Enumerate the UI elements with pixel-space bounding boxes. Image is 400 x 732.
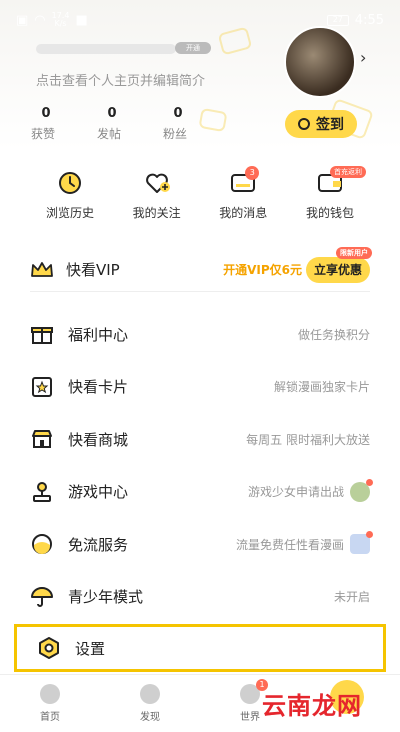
card-star-icon (32, 376, 52, 397)
vip-row[interactable]: 快看VIP 开通VIP仅6元 立享优惠 限新用户 (30, 246, 372, 292)
clock-icon (56, 170, 84, 196)
menu-cards[interactable]: 快看卡片 解锁漫画独家卡片 (30, 361, 370, 414)
username-placeholder[interactable] (36, 44, 176, 54)
sim-icon: ▣ (16, 12, 29, 28)
vip-promo-text: 开通VIP仅6元 (223, 263, 302, 277)
menu-teen-mode[interactable]: 青少年模式 未开启 (30, 571, 370, 624)
checkin-icon (298, 118, 310, 130)
quick-history[interactable]: 浏览历史 (30, 170, 110, 221)
notification-icon: ■ (75, 12, 88, 28)
level-badge[interactable]: 开通 (175, 42, 211, 54)
data-thumbnail (350, 531, 373, 555)
menu-list: 福利中心 做任务换积分 快看卡片 解锁漫画独家卡片 快看商城 每周五 限时福利大… (30, 308, 373, 624)
vip-title: 快看VIP (66, 261, 120, 279)
network-speed: 17.4 K/s (51, 11, 70, 28)
wifi-icon: ◠ (34, 12, 46, 28)
limited-tag: 限新用户 (336, 246, 372, 259)
crown-icon (31, 261, 53, 277)
menu-welfare-center[interactable]: 福利中心 做任务换积分 (30, 308, 370, 361)
stat-fans[interactable]: 0 粉丝 (163, 106, 192, 142)
avatar[interactable] (284, 26, 356, 98)
wallet-promo-tag: 首充返利 (329, 166, 366, 178)
quick-messages[interactable]: 3 我的消息 (203, 166, 283, 221)
home-icon (40, 684, 60, 704)
settings-hexagon-icon (39, 637, 59, 659)
quick-actions: 浏览历史 我的关注 3 我的消息 首充返利 我的钱包 (30, 166, 370, 221)
menu-mall[interactable]: 快看商城 每周五 限时福利大放送 (30, 413, 370, 466)
tab-discover[interactable]: 发现 (100, 675, 200, 732)
chevron-right-icon[interactable]: › (360, 48, 366, 67)
decor-shape (198, 107, 228, 133)
tab-home[interactable]: 首页 (0, 675, 100, 732)
quick-following[interactable]: 我的关注 (117, 170, 197, 221)
compass-icon (140, 684, 160, 704)
stat-posts[interactable]: 0 发帖 (97, 106, 126, 142)
menu-free-data[interactable]: 免流服务 流量免费任性看漫画 (30, 518, 373, 571)
joystick-icon (33, 481, 51, 502)
heart-plus-icon (143, 170, 171, 196)
checkin-button[interactable]: 签到 (285, 110, 357, 138)
game-thumbnail (350, 478, 373, 502)
watermark: 云南龙网 (262, 692, 362, 720)
vip-offer-button[interactable]: 立享优惠 限新用户 (305, 246, 372, 283)
red-dot (366, 478, 373, 486)
data-icon (32, 534, 52, 555)
quick-wallet[interactable]: 首充返利 我的钱包 (290, 166, 370, 221)
bio-text[interactable]: 点击查看个人主页并编辑简介 (36, 70, 205, 89)
gift-icon (31, 327, 53, 345)
menu-settings[interactable]: 设置 (14, 624, 386, 672)
clock-time: 4:55 (354, 12, 384, 28)
store-icon (32, 430, 52, 449)
battery-icon: 27 (326, 14, 349, 26)
stat-likes[interactable]: 0 获赞 (31, 106, 60, 142)
stats-row: 0 获赞 0 发帖 0 粉丝 (31, 106, 192, 142)
menu-game-center[interactable]: 游戏中心 游戏少女申请出战 (30, 466, 373, 519)
umbrella-icon (31, 586, 53, 607)
red-dot (366, 531, 373, 539)
